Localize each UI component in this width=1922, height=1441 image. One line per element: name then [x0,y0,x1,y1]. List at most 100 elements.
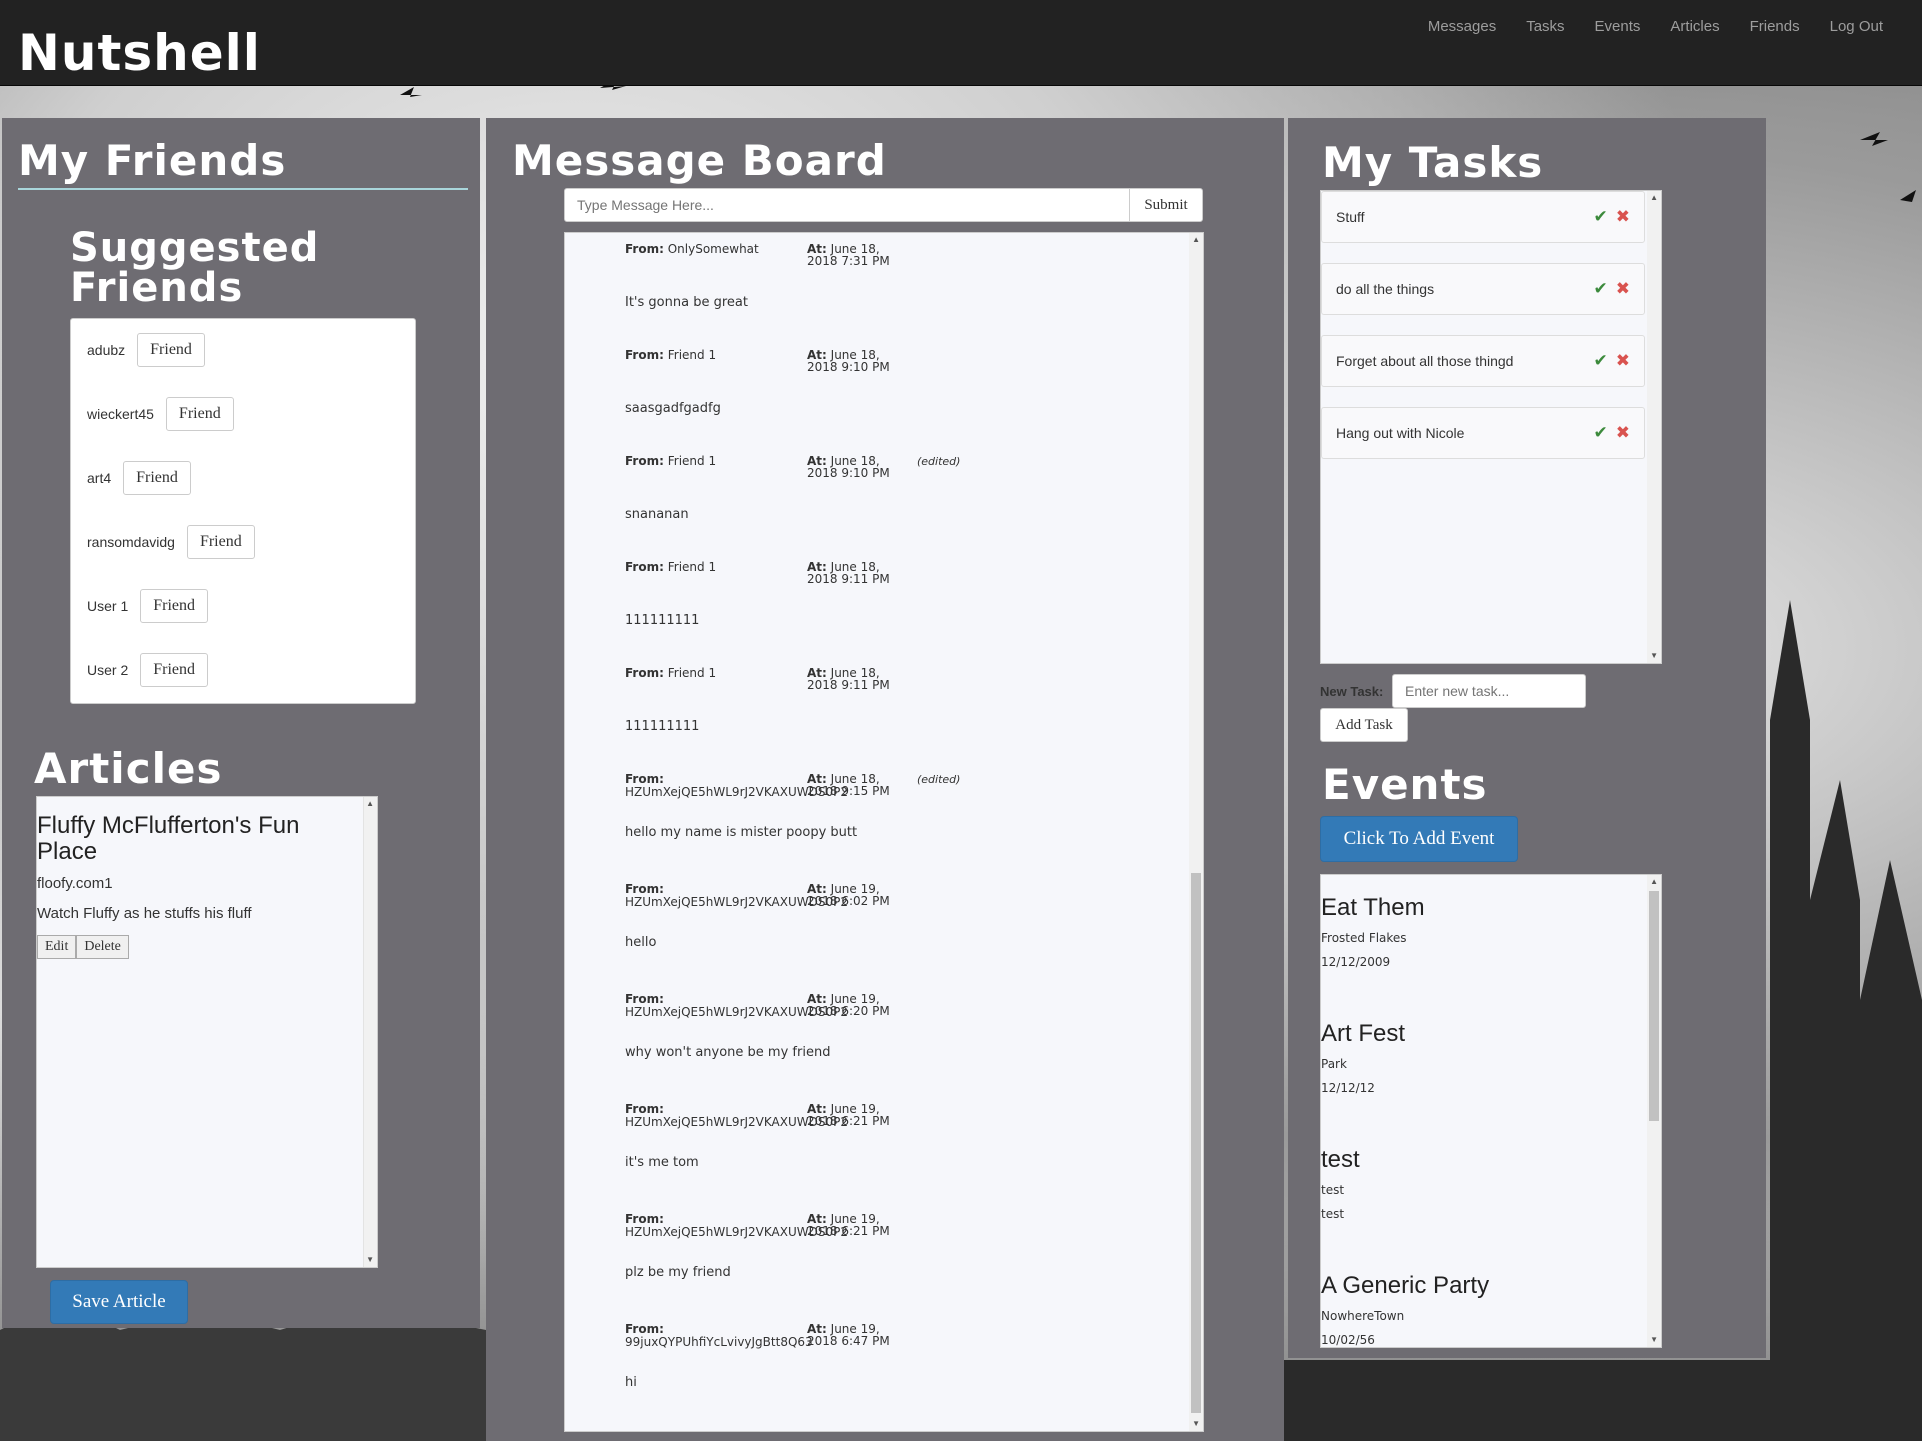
article-actions: Edit Delete [37,935,129,959]
new-task-input[interactable] [1392,674,1586,708]
scroll-down-icon[interactable]: ▼ [1650,1336,1658,1344]
message-from: From: OnlySomewhat [625,243,815,256]
scrollbar[interactable]: ▲ ▼ [1647,191,1661,663]
nav-articles[interactable]: Articles [1655,18,1734,35]
articles-list[interactable]: Fluffy McFlufferton's Fun Place floofy.c… [36,796,378,1268]
message-sender: 99juxQYPUhfiYcLvivyJgBtt8Q63 [625,1335,813,1349]
message-time: At: June 19, 2018 6:21 PM [807,1213,897,1237]
articles-heading: Articles [34,744,223,793]
message-sender: Friend 1 [667,454,717,468]
message-body: plz be my friend [625,1265,731,1280]
events-list[interactable]: Eat Them Frosted Flakes 12/12/2009 Art F… [1320,874,1662,1348]
task-item: Hang out with Nicole ✔ ✖ [1321,407,1645,459]
add-friend-button[interactable]: Friend [165,397,234,431]
nav-logout[interactable]: Log Out [1815,18,1898,35]
edit-article-button[interactable]: Edit [37,935,77,959]
close-icon[interactable]: ✖ [1616,351,1630,371]
check-icon[interactable]: ✔ [1594,207,1608,227]
friend-suggestion: User 2 Friend [87,653,209,687]
event-date: 10/02/56 [1321,1333,1375,1347]
event-item: Eat Them Frosted Flakes 12/12/2009 [1321,893,1641,969]
message-from: From: Friend 1 [625,561,815,574]
save-article-button[interactable]: Save Article [50,1280,188,1324]
event-location: test [1321,1183,1345,1197]
add-friend-button[interactable]: Friend [140,589,209,623]
message-time: At: June 18, 2018 9:15 PM [807,773,897,797]
message-sender: Friend 1 [667,560,717,574]
from-label: From: [625,242,664,256]
add-friend-button[interactable]: Friend [137,333,205,367]
nav-messages[interactable]: Messages [1413,18,1511,35]
message-from: From: HZUmXejQE5hWL9rJ2VKAXUWDS0P2 [625,1103,848,1129]
article-url: floofy.com1 [37,875,113,892]
nav-events[interactable]: Events [1580,18,1656,35]
from-label: From: [625,1212,664,1226]
scrollbar[interactable]: ▲ ▼ [1647,875,1661,1347]
message-from: From: HZUmXejQE5hWL9rJ2VKAXUWDS0P2 [625,993,848,1019]
scrollbar[interactable]: ▲ ▼ [1189,233,1203,1431]
submit-message-button[interactable]: Submit [1129,188,1203,222]
scroll-down-icon[interactable]: ▼ [1192,1420,1200,1428]
event-item: Art Fest Park 12/12/12 [1321,1019,1641,1095]
check-icon[interactable]: ✔ [1594,351,1608,371]
event-date: 12/12/2009 [1321,955,1391,969]
message-time: At: June 18, 2018 9:10 PM [807,349,897,373]
task-label: Forget about all those thingd [1336,353,1514,369]
task-label: do all the things [1336,281,1435,297]
add-friend-button[interactable]: Friend [140,653,209,687]
message-time: At: June 19, 2018 6:47 PM [807,1323,897,1347]
add-friend-button[interactable]: Friend [186,525,255,559]
friend-username: ransomdavidg [87,534,175,550]
message-body: 111111111 [625,719,700,734]
scrollbar-thumb[interactable] [1191,873,1201,1413]
nav-friends[interactable]: Friends [1735,18,1815,35]
add-event-button[interactable]: Click To Add Event [1320,816,1518,862]
friends-heading: My Friends [18,136,287,185]
task-item: Forget about all those thingd ✔ ✖ [1321,335,1645,387]
message-list[interactable]: From: OnlySomewhat At: June 18, 2018 7:31… [564,232,1204,1432]
close-icon[interactable]: ✖ [1616,423,1630,443]
from-label: From: [625,1322,664,1336]
message-time: At: June 19, 2018 6:21 PM [807,1103,897,1127]
message-body: hi [625,1375,637,1390]
friend-username: User 1 [87,598,129,614]
event-date: 12/12/12 [1321,1081,1375,1095]
message-body: It's gonna be great [625,295,748,310]
scroll-down-icon[interactable]: ▼ [1650,652,1658,660]
nav-tasks[interactable]: Tasks [1511,18,1579,35]
add-task-button[interactable]: Add Task [1320,708,1408,742]
friend-username: wieckert45 [87,406,154,422]
close-icon[interactable]: ✖ [1616,207,1630,227]
scrollbar[interactable]: ▲ ▼ [363,797,377,1267]
scroll-up-icon[interactable]: ▲ [1650,194,1658,202]
close-icon[interactable]: ✖ [1616,279,1630,299]
message-body: hello my name is mister poopy butt [625,825,858,840]
friend-username: art4 [87,470,112,486]
scroll-down-icon[interactable]: ▼ [366,1256,374,1264]
events-heading: Events [1322,760,1488,809]
add-friend-button[interactable]: Friend [123,461,191,495]
friend-username: User 2 [87,662,129,678]
scroll-up-icon[interactable]: ▲ [1650,878,1658,886]
message-time: At: June 18, 2018 9:10 PM [807,455,897,479]
message-sender: OnlySomewhat [667,242,759,256]
brand-logo[interactable]: Nutshell [18,28,261,78]
from-label: From: [625,454,664,468]
message-input[interactable] [564,188,1130,222]
message-from: From: Friend 1 [625,455,815,468]
from-label: From: [625,666,664,680]
navbar: Nutshell Messages Tasks Events Articles … [0,0,1922,86]
check-icon[interactable]: ✔ [1594,423,1608,443]
message-body: it's me tom [625,1155,699,1170]
suggested-friends-list: adubz Friend wieckert45 Friend art4 Frie… [70,318,416,704]
message-body: snananan [625,507,689,522]
scrollbar-thumb[interactable] [1649,891,1659,1121]
check-icon[interactable]: ✔ [1594,279,1608,299]
task-list[interactable]: Stuff ✔ ✖ do all the things ✔ ✖ Forget a… [1320,190,1662,664]
scroll-up-icon[interactable]: ▲ [1192,236,1200,244]
scroll-up-icon[interactable]: ▲ [366,800,374,808]
edited-badge: (edited) [917,773,961,786]
delete-article-button[interactable]: Delete [76,935,129,959]
task-label: Stuff [1336,209,1365,225]
message-time: At: June 18, 2018 9:11 PM [807,667,897,691]
